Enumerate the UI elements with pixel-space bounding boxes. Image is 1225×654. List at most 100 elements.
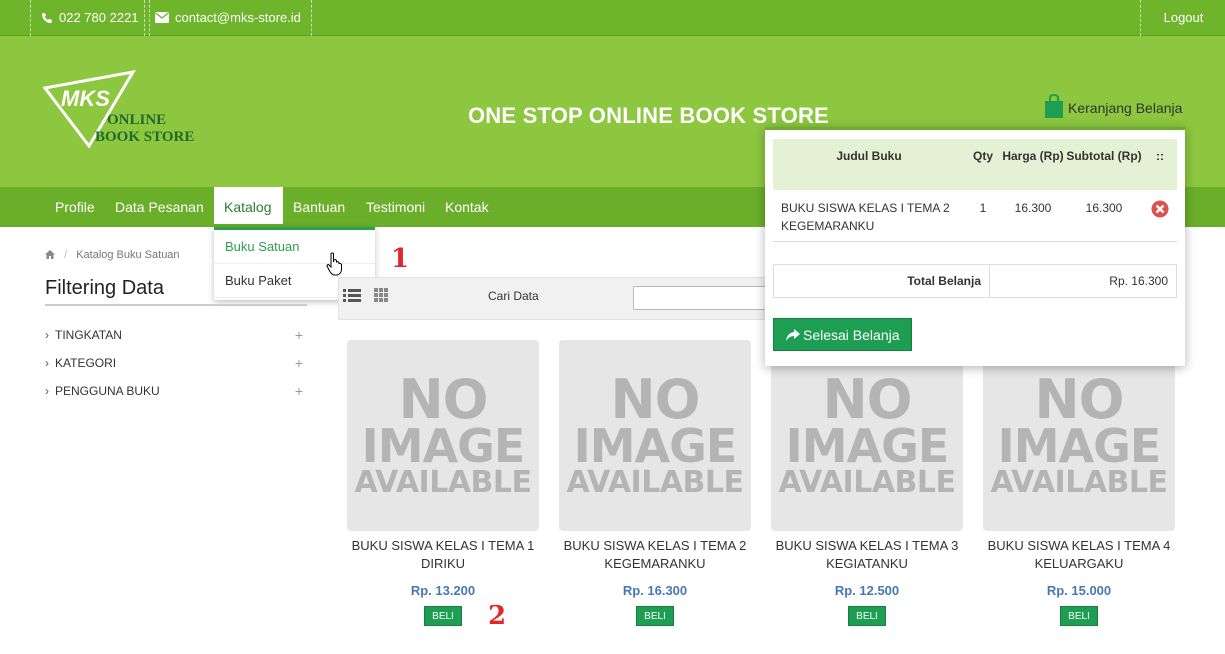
logo-mark: MKS (61, 86, 110, 111)
product-card: NO IMAGE AVAILABLE BUKU SISWA KELAS I TE… (983, 340, 1175, 626)
store-logo[interactable]: MKS ONLINE BOOK STORE (43, 70, 213, 150)
placeholder-text: AVAILABLE (778, 464, 956, 500)
product-price: Rp. 15.000 (1046, 583, 1112, 598)
cart-row: BUKU SISWA KELAS I TEMA 2 KEGEMARANKU 1 … (773, 190, 1177, 242)
top-bar: 022 780 2221 contact@mks-store.id Logout (0, 0, 1225, 36)
no-image-placeholder[interactable]: NO IMAGE AVAILABLE (347, 340, 539, 531)
nav-item-katalog[interactable]: Katalog (214, 187, 283, 227)
column-header-qty: Qty (965, 139, 1001, 190)
plus-icon[interactable]: + (295, 383, 303, 399)
breadcrumb: / Katalog Buku Satuan (45, 249, 180, 261)
cart-panel: Judul Buku Qty Harga (Rp) Subtotal (Rp) … (765, 127, 1185, 366)
annotation-number: 1 (391, 244, 410, 274)
nav-item-kontak[interactable]: Kontak (435, 187, 499, 227)
cart-total: Total Belanja Rp. 16.300 (773, 264, 1177, 298)
list-view-icon[interactable] (343, 288, 361, 302)
email-contact[interactable]: contact@mks-store.id (144, 0, 312, 36)
placeholder-text: IMAGE (573, 419, 738, 474)
placeholder-text: NO (398, 367, 488, 431)
plus-icon[interactable]: + (295, 355, 303, 371)
search-input[interactable] (633, 286, 773, 310)
buy-button[interactable]: BELI (1060, 606, 1098, 626)
product-title[interactable]: BUKU SISWA KELAS I TEMA 3 KEGIATANKU (771, 537, 963, 573)
product-title[interactable]: BUKU SISWA KELAS I TEMA 4 KELUARGAKU (983, 537, 1175, 573)
filter-item-label: TINGKATAN (55, 328, 122, 342)
nav-item-testimoni[interactable]: Testimoni (356, 187, 435, 227)
placeholder-text: IMAGE (997, 419, 1162, 474)
plus-icon[interactable]: + (295, 327, 303, 343)
nav-item-profile[interactable]: Profile (45, 187, 105, 227)
placeholder-text: AVAILABLE (990, 464, 1168, 500)
catalog-toolbar: Cari Data (338, 277, 773, 320)
logo-line-1: ONLINE (107, 112, 167, 128)
filter-item-label: KATEGORI (55, 356, 117, 370)
shopping-bag-icon (1045, 94, 1063, 119)
email-address: contact@mks-store.id (175, 10, 301, 25)
cart-item-qty: 1 (965, 190, 1001, 242)
placeholder-text: NO (822, 367, 912, 431)
breadcrumb-current: Katalog Buku Satuan (76, 249, 180, 261)
chevron-right-icon: › (45, 328, 49, 342)
nav-item-bantuan[interactable]: Bantuan (283, 187, 355, 227)
product-card: NO IMAGE AVAILABLE BUKU SISWA KELAS I TE… (559, 340, 751, 626)
grid-view-icon[interactable] (374, 288, 388, 302)
cart-item-subtotal: 16.300 (1065, 190, 1143, 242)
filter-title: Filtering Data (45, 277, 307, 306)
filter-item-label: PENGGUNA BUKU (55, 384, 160, 398)
envelope-icon (155, 12, 169, 24)
finish-shopping-label: Selesai Belanja (803, 327, 900, 343)
product-price: Rp. 12.500 (834, 583, 900, 598)
product-price: Rp. 16.300 (622, 583, 688, 598)
cart-item-price: 16.300 (1001, 190, 1065, 242)
home-icon[interactable] (45, 249, 55, 259)
cart-total-label: Total Belanja (774, 265, 990, 297)
cart-item-remove[interactable] (1143, 190, 1177, 242)
no-image-placeholder[interactable]: NO IMAGE AVAILABLE (771, 340, 963, 531)
cart-item-title: BUKU SISWA KELAS I TEMA 2 KEGEMARANKU (773, 190, 965, 242)
placeholder-text: NO (610, 367, 700, 431)
buy-button[interactable]: BELI (848, 606, 886, 626)
placeholder-text: IMAGE (785, 419, 950, 474)
share-arrow-icon (786, 328, 800, 341)
product-card: NO IMAGE AVAILABLE BUKU SISWA KELAS I TE… (347, 340, 539, 626)
chevron-right-icon: › (45, 384, 49, 398)
cart-table: Judul Buku Qty Harga (Rp) Subtotal (Rp) … (773, 139, 1177, 242)
remove-icon[interactable] (1151, 200, 1169, 218)
phone-number: 022 780 2221 (59, 10, 139, 25)
no-image-placeholder[interactable]: NO IMAGE AVAILABLE (983, 340, 1175, 531)
column-header-action: :: (1143, 139, 1177, 190)
dropdown-item-buku-satuan[interactable]: Buku Satuan (214, 230, 375, 264)
logout-label: Logout (1163, 10, 1204, 25)
search-label: Cari Data (488, 289, 539, 303)
placeholder-text: NO (1034, 367, 1124, 431)
logout-link[interactable]: Logout (1140, 0, 1225, 36)
buy-button[interactable]: BELI (636, 606, 674, 626)
buy-button[interactable]: BELI (424, 606, 462, 626)
column-header-title: Judul Buku (773, 139, 965, 190)
no-image-placeholder[interactable]: NO IMAGE AVAILABLE (559, 340, 751, 531)
placeholder-text: AVAILABLE (354, 464, 532, 500)
phone-contact: 022 780 2221 (30, 0, 150, 36)
cart-total-value: Rp. 16.300 (1109, 274, 1168, 288)
product-card: NO IMAGE AVAILABLE BUKU SISWA KELAS I TE… (771, 340, 963, 626)
chevron-right-icon: › (45, 356, 49, 370)
hand-pointer-icon (326, 252, 342, 276)
filter-item-tingkatan[interactable]: › TINGKATAN + (45, 327, 307, 343)
nav-item-data-pesanan[interactable]: Data Pesanan (105, 187, 214, 227)
filter-item-kategori[interactable]: › KATEGORI + (45, 355, 307, 371)
column-header-price: Harga (Rp) (1001, 139, 1065, 190)
placeholder-text: AVAILABLE (566, 464, 744, 500)
logo-line-2: BOOK STORE (95, 129, 195, 145)
filter-item-pengguna-buku[interactable]: › PENGGUNA BUKU + (45, 383, 307, 399)
product-title[interactable]: BUKU SISWA KELAS I TEMA 2 KEGEMARANKU (559, 537, 751, 573)
phone-icon (42, 12, 52, 23)
product-title[interactable]: BUKU SISWA KELAS I TEMA 1 DIRIKU (347, 537, 539, 573)
store-slogan: ONE STOP ONLINE BOOK STORE (468, 103, 829, 128)
cart-label: Keranjang Belanja (1068, 100, 1183, 116)
cart-header-row: Judul Buku Qty Harga (Rp) Subtotal (Rp) … (773, 139, 1177, 190)
product-price: Rp. 13.200 (410, 583, 476, 598)
column-header-subtotal: Subtotal (Rp) (1065, 139, 1143, 190)
finish-shopping-button[interactable]: Selesai Belanja (773, 318, 912, 351)
placeholder-text: IMAGE (361, 419, 526, 474)
cart-link[interactable]: Keranjang Belanja (1044, 94, 1183, 120)
